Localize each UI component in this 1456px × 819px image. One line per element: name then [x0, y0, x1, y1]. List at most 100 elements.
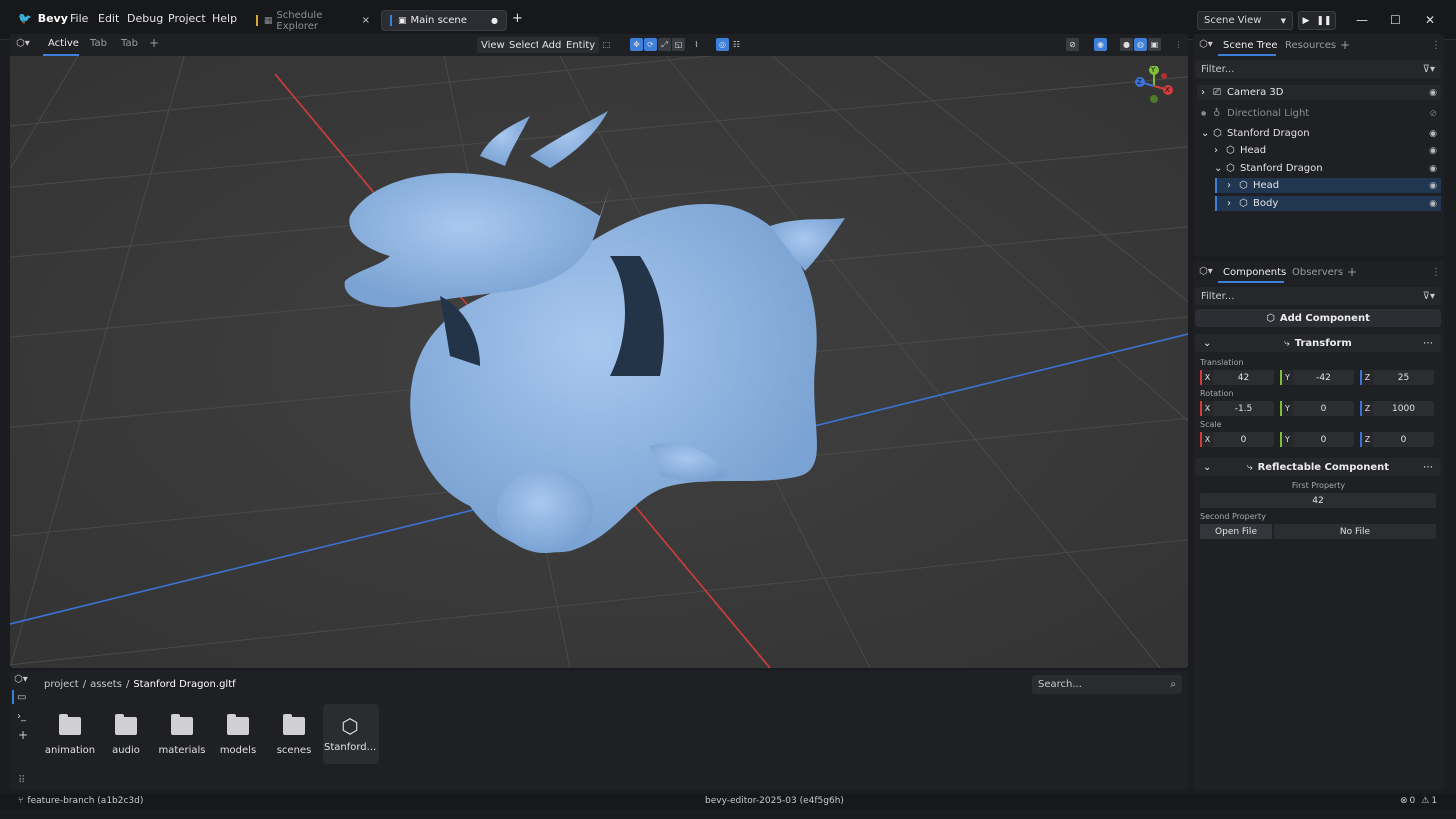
asset-folder-animation[interactable]: animation: [44, 714, 96, 756]
chevron-right-icon[interactable]: ›: [1201, 87, 1213, 98]
close-tab-icon[interactable]: ×: [362, 15, 370, 26]
tree-item-stanford-dragon[interactable]: ⌄ ⬡ Stanford Dragon ◉: [1197, 126, 1441, 141]
box-select-icon[interactable]: ⬚: [600, 38, 613, 51]
scale-tool-icon[interactable]: ⤢: [658, 38, 671, 51]
add-panel-tab-button[interactable]: +: [1347, 265, 1357, 279]
overlay-icon[interactable]: ◉: [1094, 38, 1107, 51]
move-tool-icon[interactable]: ✥: [630, 38, 643, 51]
minimize-icon[interactable]: —: [1356, 13, 1368, 27]
add-component-button[interactable]: ⬡ Add Component: [1195, 309, 1441, 327]
view-menu-button[interactable]: View: [477, 37, 509, 53]
terminal-icon[interactable]: ›_: [17, 711, 26, 722]
tree-item-directional-light[interactable]: ● ♁ Directional Light ⊘: [1197, 106, 1441, 121]
viewport-tab-2[interactable]: Tab: [90, 38, 107, 49]
tab-components[interactable]: Components: [1223, 267, 1286, 278]
drag-handle-icon[interactable]: ⠿: [18, 775, 25, 786]
eye-icon[interactable]: ◉: [1429, 88, 1437, 98]
shading-solid-icon[interactable]: ●: [1120, 38, 1133, 51]
play-icon[interactable]: ▶: [1302, 16, 1309, 26]
menu-project[interactable]: Project: [168, 12, 206, 25]
chevron-right-icon[interactable]: ›: [1214, 145, 1226, 156]
search-icon[interactable]: ⌕: [1170, 679, 1176, 690]
scene-view-select[interactable]: Scene View ▼: [1197, 11, 1293, 30]
breadcrumb-assets[interactable]: assets: [90, 679, 122, 690]
asset-search-input[interactable]: Search... ⌕: [1032, 675, 1182, 694]
add-viewport-tab-button[interactable]: +: [149, 36, 159, 50]
menu-help[interactable]: Help: [212, 12, 237, 25]
menu-file[interactable]: File: [70, 12, 88, 25]
chevron-down-icon[interactable]: ⌄: [1214, 163, 1226, 174]
eye-icon[interactable]: ◉: [1429, 146, 1437, 156]
menu-edit[interactable]: Edit: [98, 12, 119, 25]
rotation-z-field[interactable]: Z 1000: [1360, 401, 1434, 416]
panel-switch-icon[interactable]: ⬡▾: [1199, 266, 1213, 277]
chevron-down-icon[interactable]: ⌄: [1201, 128, 1213, 139]
tree-item-head[interactable]: › ⬡ Head ◉: [1197, 143, 1441, 158]
tree-item-head-selected[interactable]: › ⬡ Head ◉: [1215, 178, 1441, 193]
visibility-off-icon[interactable]: ⊘: [1066, 38, 1079, 51]
tab-schedule-explorer[interactable]: ▦ Schedule Explorer ×: [248, 10, 378, 32]
transform-header[interactable]: ⌄ ⤷ Transform ⋯: [1195, 334, 1441, 352]
chevron-down-icon[interactable]: ⌄: [1203, 338, 1211, 349]
more-options-icon[interactable]: ⋮: [1431, 267, 1441, 278]
gizmo-toggle-icon[interactable]: ◎: [716, 38, 729, 51]
tab-resources[interactable]: Resources: [1285, 40, 1336, 51]
diagnostics[interactable]: ⊗ 0 ⚠ 1: [1400, 796, 1437, 806]
tree-item-body-selected[interactable]: › ⬡ Body ◉: [1215, 196, 1441, 211]
asset-file-stanford-dragon[interactable]: ⬡ Stanford...: [324, 714, 376, 753]
snap-icon[interactable]: ⌇: [690, 38, 703, 51]
asset-folder-materials[interactable]: materials: [156, 714, 208, 756]
tree-item-camera-3d[interactable]: › ⎚ Camera 3D ◉: [1197, 85, 1441, 100]
git-branch[interactable]: ⑂ feature-branch (a1b2c3d): [18, 796, 143, 806]
menu-debug[interactable]: Debug: [127, 12, 163, 25]
add-document-tab-button[interactable]: +: [512, 11, 523, 26]
translation-y-field[interactable]: Y -42: [1280, 370, 1354, 385]
panel-switch-icon[interactable]: ⬡▾: [16, 38, 30, 49]
chevron-down-icon[interactable]: ⌄: [1203, 462, 1211, 473]
eye-icon[interactable]: ◉: [1429, 181, 1437, 191]
rotation-y-field[interactable]: Y0: [1280, 401, 1354, 416]
scene-tree-filter-input[interactable]: Filter... ⊽▾: [1195, 60, 1441, 78]
rotate-tool-icon[interactable]: ⟳: [644, 38, 657, 51]
eye-icon[interactable]: ◉: [1429, 164, 1437, 174]
panel-switch-icon[interactable]: ⬡▾: [14, 674, 28, 685]
translation-x-field[interactable]: X 42: [1200, 370, 1274, 385]
more-horizontal-icon[interactable]: ⋯: [1423, 462, 1433, 473]
grid-options-icon[interactable]: ☷: [730, 38, 743, 51]
add-side-tab-button[interactable]: +: [18, 728, 28, 742]
asset-folder-scenes[interactable]: scenes: [268, 714, 320, 756]
scale-z-field[interactable]: Z0: [1360, 432, 1434, 447]
tab-main-scene[interactable]: ▣ Main scene ●: [381, 10, 507, 31]
rotation-x-field[interactable]: X -1.5: [1200, 401, 1274, 416]
first-property-field[interactable]: 42: [1200, 493, 1436, 508]
shading-material-icon[interactable]: ◍: [1134, 38, 1147, 51]
eye-icon[interactable]: ◉: [1429, 199, 1437, 209]
transform-tool-icon[interactable]: ◱: [672, 38, 685, 51]
scale-y-field[interactable]: Y0: [1280, 432, 1354, 447]
orientation-gizmo[interactable]: Y X Z: [1134, 65, 1174, 106]
scene-viewport[interactable]: Y X Z: [10, 56, 1188, 668]
translation-z-field[interactable]: Z 25: [1360, 370, 1434, 385]
asset-folder-models[interactable]: models: [212, 714, 264, 756]
tree-item-stanford-dragon-child[interactable]: ⌄ ⬡ Stanford Dragon ◉: [1197, 161, 1441, 176]
more-options-icon[interactable]: ⋮: [1172, 38, 1185, 51]
eye-icon[interactable]: ◉: [1429, 129, 1437, 139]
viewport-tab-3[interactable]: Tab: [121, 38, 138, 49]
entity-menu-button[interactable]: Entity: [562, 37, 600, 53]
tab-observers[interactable]: Observers: [1292, 267, 1343, 278]
breadcrumb-project[interactable]: project: [44, 679, 79, 690]
maximize-icon[interactable]: ☐: [1390, 13, 1401, 27]
folder-open-icon[interactable]: ▭: [17, 692, 26, 703]
chevron-right-icon[interactable]: ›: [1227, 198, 1239, 209]
filter-icon[interactable]: ⊽▾: [1423, 291, 1435, 302]
tab-scene-tree[interactable]: Scene Tree: [1223, 40, 1278, 51]
filter-icon[interactable]: ⊽▾: [1423, 64, 1435, 75]
panel-switch-icon[interactable]: ⬡▾: [1199, 39, 1213, 50]
close-window-icon[interactable]: ✕: [1425, 13, 1435, 27]
components-filter-input[interactable]: Filter... ⊽▾: [1195, 287, 1441, 305]
chevron-right-icon[interactable]: ›: [1227, 180, 1239, 191]
eye-off-icon[interactable]: ⊘: [1429, 109, 1437, 119]
more-horizontal-icon[interactable]: ⋯: [1423, 338, 1433, 349]
reflectable-component-header[interactable]: ⌄ ⤷ Reflectable Component ⋯: [1195, 458, 1441, 476]
camera-options-icon[interactable]: ▣: [1148, 38, 1161, 51]
